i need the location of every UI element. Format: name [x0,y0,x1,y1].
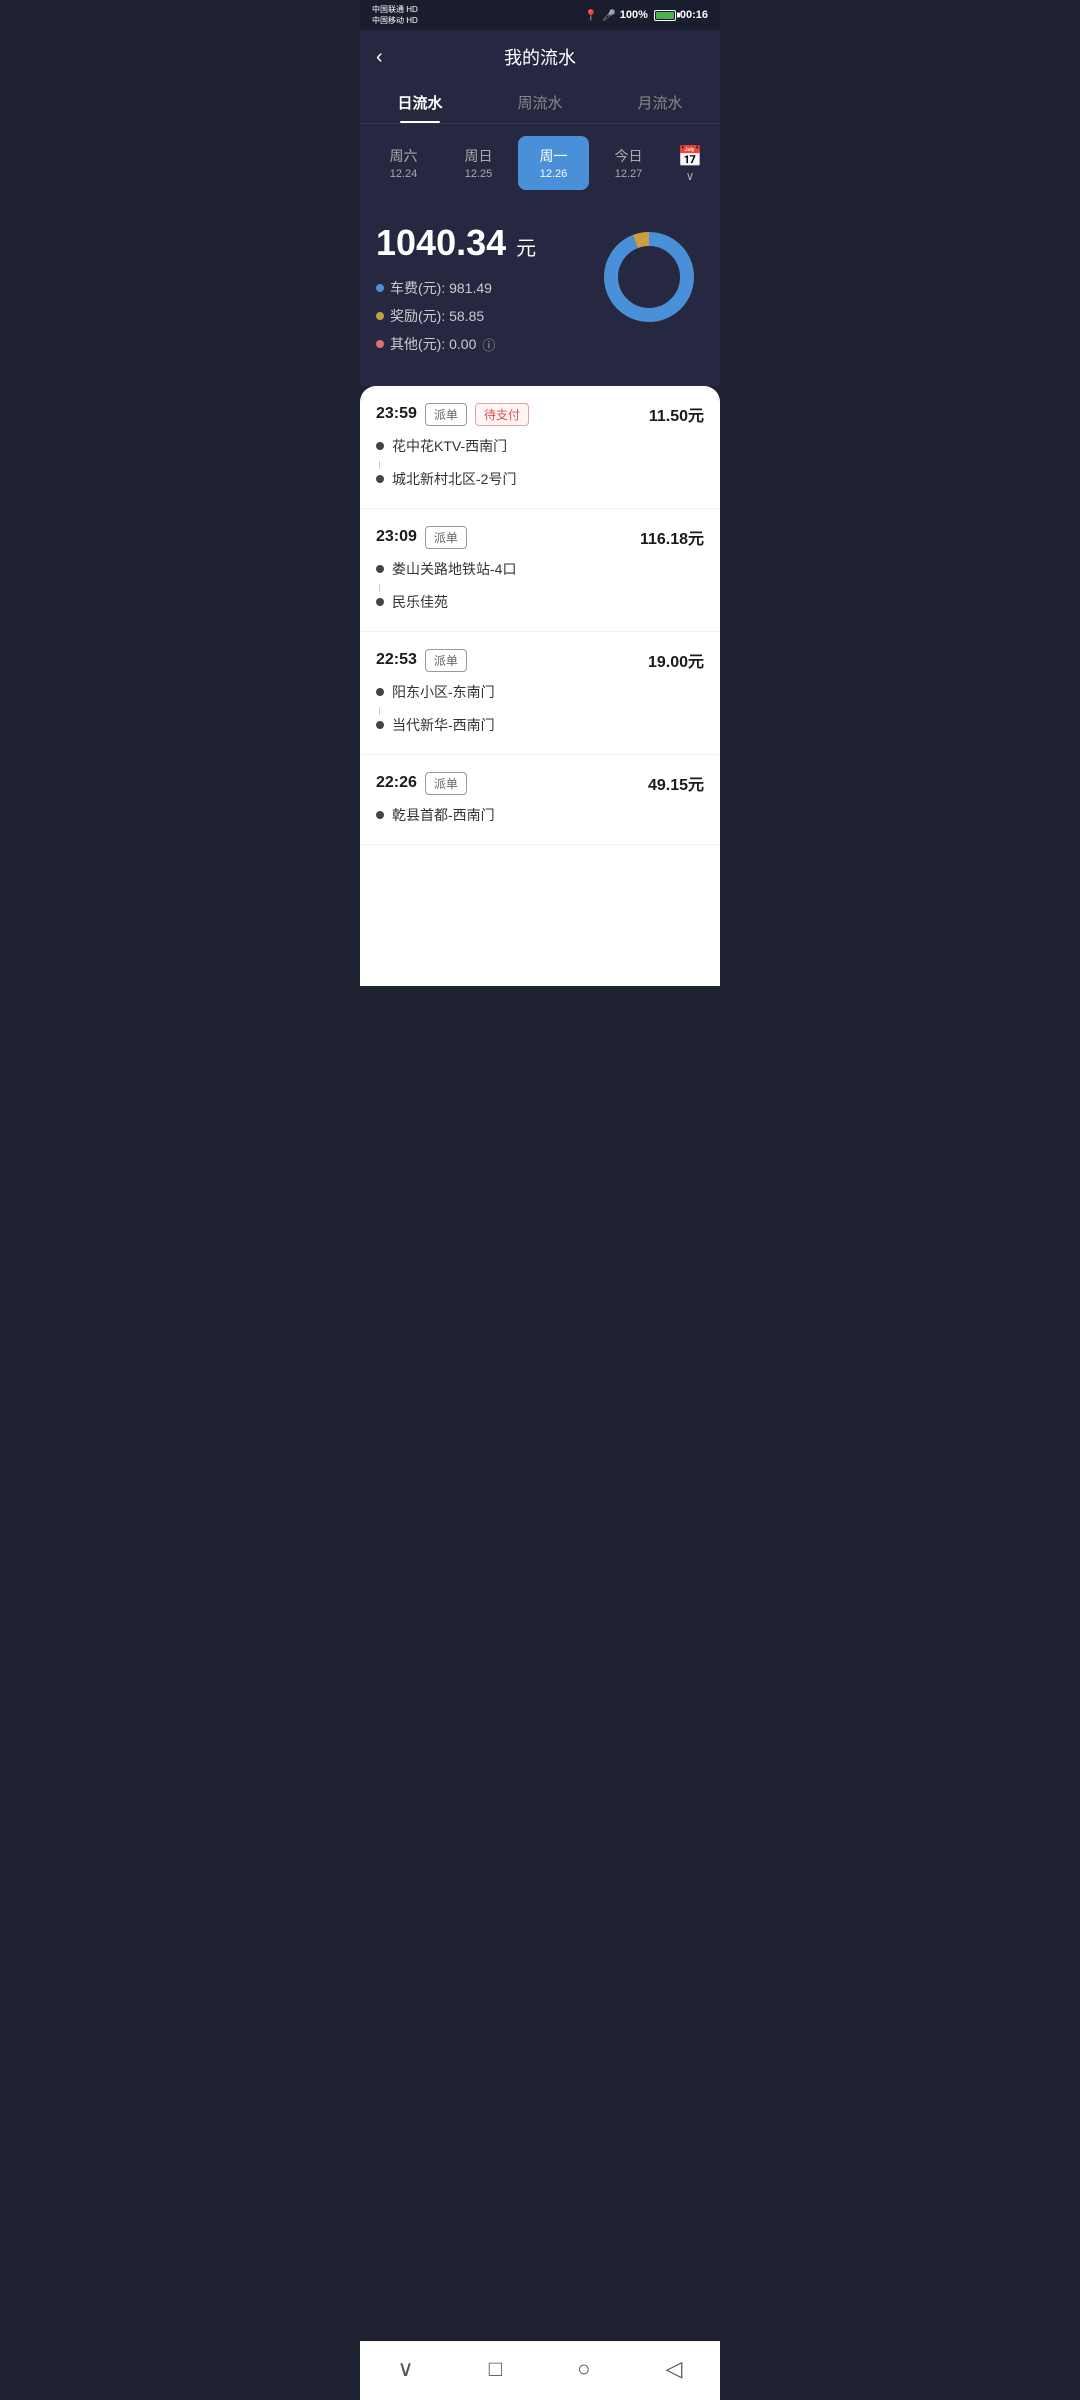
transaction-amount-4: 49.15元 [648,771,704,795]
transaction-time-1: 23:59 [376,405,417,423]
header: ‹ 我的流水 [360,30,720,80]
tag-pending-1: 待支付 [475,403,529,426]
day-today[interactable]: 今日 12.27 [593,136,664,190]
transaction-amount-3: 19.00元 [648,648,704,672]
day-sunday[interactable]: 周日 12.25 [443,136,514,190]
tag-dispatch-1: 派单 [425,403,467,426]
info-icon: ⓘ [482,335,495,354]
back-button[interactable]: ‹ [376,46,383,69]
route-dot-to-1 [376,475,384,483]
donut-blue-arc [611,239,687,315]
transaction-item-2: 23:09 派单 116.18元 娄山关路地铁站-4口 民乐佳苑 [360,509,720,632]
total-amount: 1040.34 元 [376,222,594,264]
route-dot-from-1 [376,442,384,450]
route-to-1: 城北新村北区-2号门 [376,469,704,489]
route-dot-from-2 [376,565,384,573]
mic-icon: 🎤 [602,9,616,22]
nav-down-button[interactable]: ∨ [378,2352,434,2386]
transaction-meta-1: 23:59 派单 待支付 [376,403,529,426]
transaction-meta-2: 23:09 派单 [376,526,467,549]
route-connector-2 [379,584,380,592]
tag-dispatch-3: 派单 [425,649,467,672]
dot-bonus [376,312,384,320]
route-from-1: 花中花KTV-西南门 [376,436,704,456]
transaction-meta-4: 22:26 派单 [376,772,467,795]
location-icon: 📍 [584,9,598,22]
battery-percent: 100% [620,9,648,21]
transaction-list: 23:59 派单 待支付 11.50元 花中花KTV-西南门 城北新村北区-2号… [360,386,720,986]
transaction-item-4: 22:26 派单 49.15元 乾县首都-西南门 [360,755,720,845]
transaction-header-1: 23:59 派单 待支付 11.50元 [376,402,704,426]
day-saturday[interactable]: 周六 12.24 [368,136,439,190]
legend-fare: 车费(元): 981.49 [376,278,594,298]
donut-svg [594,222,704,332]
day-selector: 周六 12.24 周日 12.25 周一 12.26 今日 12.27 📅 ∨ [360,124,720,202]
transaction-time-2: 23:09 [376,528,417,546]
tab-monthly[interactable]: 月流水 [600,80,720,123]
route-dot-to-3 [376,721,384,729]
tab-daily[interactable]: 日流水 [360,80,480,123]
route-connector-1 [379,461,380,469]
transaction-item-3: 22:53 派单 19.00元 阳东小区-东南门 当代新华-西南门 [360,632,720,755]
transaction-meta-3: 22:53 派单 [376,649,467,672]
route-to-2: 民乐佳苑 [376,592,704,612]
transaction-header-4: 22:26 派单 49.15元 [376,771,704,795]
route-from-3: 阳东小区-东南门 [376,682,704,702]
status-bar: 中国联通 HD 中国移动 HD 📍 🎤 100% 00:16 [360,0,720,30]
route-dot-from-3 [376,688,384,696]
page-title: 我的流水 [376,44,704,70]
tag-dispatch-4: 派单 [425,772,467,795]
bottom-nav: ∨ □ ○ ◁ [360,2341,720,2400]
transaction-header-3: 22:53 派单 19.00元 [376,648,704,672]
summary-left: 1040.34 元 车费(元): 981.49 奖励(元): 58.85 其他(… [376,222,594,362]
route-from-4: 乾县首都-西南门 [376,805,704,825]
route-connector-3 [379,707,380,715]
tab-bar: 日流水 周流水 月流水 [360,80,720,124]
day-monday[interactable]: 周一 12.26 [518,136,589,190]
transaction-amount-2: 116.18元 [640,525,704,549]
transaction-time-4: 22:26 [376,774,417,792]
legend-other: 其他(元): 0.00 ⓘ [376,334,594,354]
status-right: 📍 🎤 100% 00:16 [584,9,708,22]
route-to-3: 当代新华-西南门 [376,715,704,735]
transaction-amount-1: 11.50元 [649,402,704,426]
route-dot-to-2 [376,598,384,606]
dot-other [376,340,384,348]
dot-fare [376,284,384,292]
nav-recents-button[interactable]: ○ [557,2352,610,2386]
transaction-item-1: 23:59 派单 待支付 11.50元 花中花KTV-西南门 城北新村北区-2号… [360,386,720,509]
donut-chart [594,222,704,332]
calendar-icon: 📅 [668,144,712,169]
calendar-button[interactable]: 📅 ∨ [668,144,712,183]
transaction-time-3: 22:53 [376,651,417,669]
summary-panel: 1040.34 元 车费(元): 981.49 奖励(元): 58.85 其他(… [360,202,720,386]
carrier-info: 中国联通 HD 中国移动 HD [372,4,418,26]
route-from-2: 娄山关路地铁站-4口 [376,559,704,579]
battery-icon [654,10,676,21]
route-dot-from-4 [376,811,384,819]
legend-bonus: 奖励(元): 58.85 [376,306,594,326]
tab-weekly[interactable]: 周流水 [480,80,600,123]
nav-home-button[interactable]: □ [469,2352,522,2386]
transaction-header-2: 23:09 派单 116.18元 [376,525,704,549]
nav-back-button[interactable]: ◁ [646,2352,703,2386]
tag-dispatch-2: 派单 [425,526,467,549]
clock: 00:16 [680,9,708,21]
